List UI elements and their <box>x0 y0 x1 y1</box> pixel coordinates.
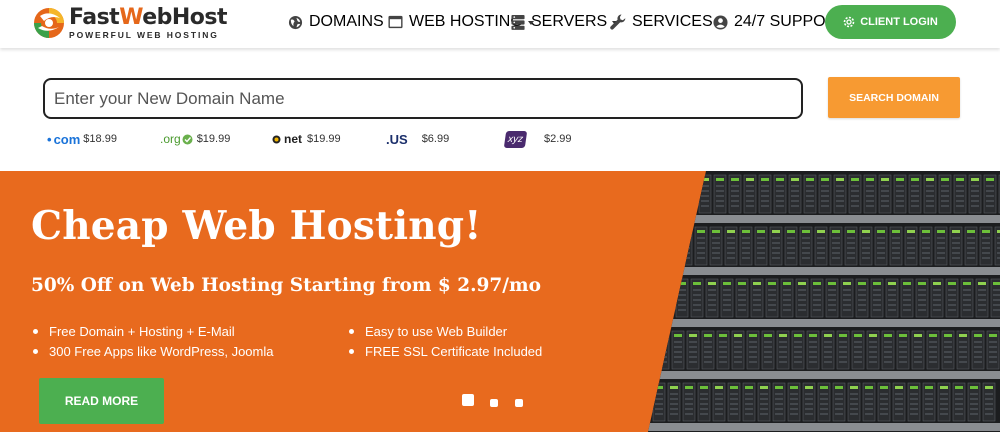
nav-domains[interactable]: DOMAINS <box>288 13 395 30</box>
navbar: FastWebHost POWERFUL WEB HOSTING DOMAINS… <box>0 0 1000 48</box>
tld-com-name: com <box>53 131 81 147</box>
nav-web-hosting-label: WEB HOSTING <box>409 13 523 30</box>
nav-services[interactable]: SERVICES <box>610 13 724 30</box>
client-login-button[interactable]: CLIENT LOGIN <box>825 5 956 39</box>
feature-item: 300 Free Apps like WordPress, Joomla <box>33 344 273 359</box>
server-rack-image <box>648 171 1000 432</box>
nav-servers-label: SERVERS <box>531 13 608 30</box>
user-circle-icon <box>713 14 728 30</box>
tld-com-price: $18.99 <box>83 133 117 145</box>
feature-item: Free Domain + Hosting + E-Mail <box>33 324 235 339</box>
slide-dot-2[interactable] <box>490 399 498 407</box>
hero-title: Cheap Web Hosting! <box>31 203 482 249</box>
net-dot-icon <box>272 135 281 143</box>
logo-tagline: POWERFUL WEB HOSTING <box>69 29 219 40</box>
hero-subtitle: 50% Off on Web Hosting Starting from $ 2… <box>31 275 541 296</box>
tld-com: • com $18.99 <box>47 131 117 147</box>
tld-net-price: $19.99 <box>307 133 341 145</box>
browser-icon <box>388 15 403 29</box>
settings-icon <box>843 16 855 28</box>
client-login-label: CLIENT LOGIN <box>860 16 938 28</box>
tld-org-name: org <box>163 132 181 146</box>
tld-org: . org $19.99 <box>160 132 231 146</box>
tld-xyz: xyz $2.99 <box>503 130 572 148</box>
tld-net: net $19.99 <box>272 131 341 147</box>
tld-us: . US $6.99 <box>386 131 450 147</box>
logo-mark-icon <box>34 8 64 38</box>
site-logo[interactable]: FastWebHost POWERFUL WEB HOSTING <box>32 6 227 40</box>
logo-name: FastWebHost <box>69 4 227 30</box>
nav-domains-label: DOMAINS <box>309 13 384 30</box>
domain-search-placeholder: Enter your New Domain Name <box>54 88 285 108</box>
tld-xyz-badge: xyz <box>503 130 528 148</box>
tld-net-name: net <box>284 132 302 146</box>
globe-icon <box>288 15 303 29</box>
hero-banner: Cheap Web Hosting! 50% Off on Web Hostin… <box>0 171 1000 432</box>
slide-dot-3[interactable] <box>515 399 523 407</box>
server-icon <box>511 14 525 30</box>
nav-servers[interactable]: SERVERS <box>511 13 619 30</box>
feature-item: FREE SSL Certificate Included <box>349 344 542 359</box>
feature-item: Easy to use Web Builder <box>349 324 507 339</box>
search-domain-button[interactable]: SEARCH DOMAIN <box>828 77 960 118</box>
slide-dot-1[interactable] <box>462 394 474 406</box>
tld-us-price: $6.99 <box>421 133 450 145</box>
nav-services-label: SERVICES <box>632 13 713 30</box>
domain-search-input[interactable]: Enter your New Domain Name <box>43 78 803 119</box>
tld-us-name: US <box>389 131 408 147</box>
wrench-icon <box>610 14 626 30</box>
tld-org-price: $19.99 <box>196 133 231 145</box>
tld-xyz-price: $2.99 <box>544 133 572 145</box>
tld-xyz-name: xyz <box>507 133 524 145</box>
org-badge-icon <box>182 134 193 144</box>
read-more-button[interactable]: READ MORE <box>39 378 164 424</box>
